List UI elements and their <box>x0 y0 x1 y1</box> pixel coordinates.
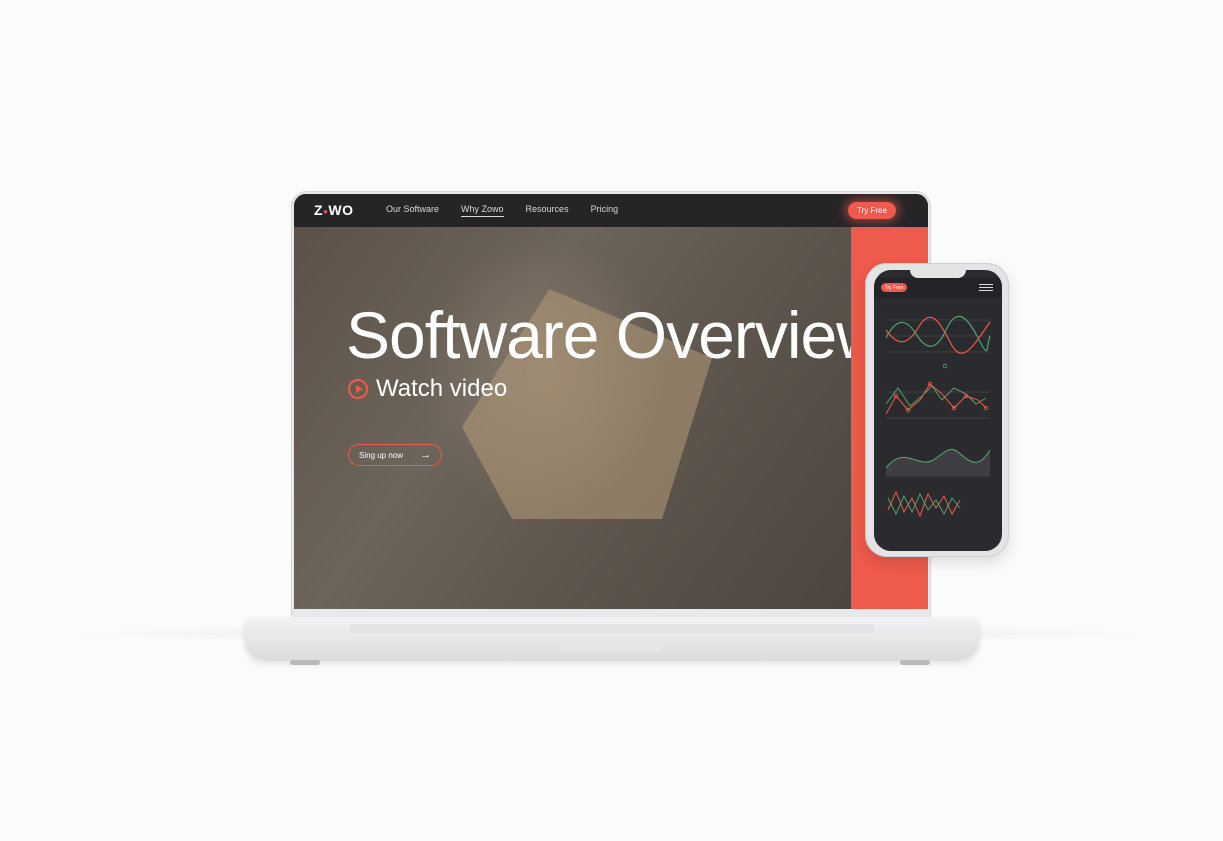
nav-link-our-software[interactable]: Our Software <box>386 204 439 217</box>
laptop-foot-left <box>290 660 320 665</box>
phone-try-free-button[interactable]: Try Free <box>881 283 907 292</box>
watch-video-label: Watch video <box>376 375 508 402</box>
laptop-screen: Z●WO Our Software Why Zowo Resources Pri… <box>294 194 928 609</box>
zowo-logo[interactable]: Z●WO <box>314 202 354 218</box>
lid-notch <box>560 646 662 652</box>
nav-link-pricing[interactable]: Pricing <box>591 204 619 217</box>
nav-link-why-zowo[interactable]: Why Zowo <box>461 204 504 217</box>
laptop-foot-right <box>900 660 930 665</box>
nav-link-resources[interactable]: Resources <box>526 204 569 217</box>
play-icon <box>348 379 368 399</box>
phone-charts <box>885 315 991 518</box>
logo-tail: WO <box>328 202 354 218</box>
nav-links: Our Software Why Zowo Resources Pricing <box>386 204 618 217</box>
sign-up-label: Sing up now <box>359 450 404 460</box>
arrow-right-icon: → <box>420 449 431 461</box>
keyboard-strip <box>350 624 874 633</box>
sign-up-button[interactable]: Sing up now → <box>348 444 442 466</box>
hero-title: Software Overview <box>346 298 851 372</box>
phone-chart-points <box>885 381 990 419</box>
phone-header: Try Free <box>874 278 1002 298</box>
logo-text: Z <box>314 202 324 218</box>
try-free-button[interactable]: Try Free <box>848 202 896 219</box>
hamburger-menu-icon[interactable] <box>979 284 993 293</box>
phone-screen: Try Free <box>874 270 1002 551</box>
hero-section: Software Overview Watch video Sing up no… <box>294 227 851 609</box>
phone-chart-area <box>885 449 991 477</box>
watch-video-link[interactable]: Watch video <box>348 375 507 403</box>
phone-chart-wave <box>885 315 991 369</box>
phone-notch <box>910 270 966 278</box>
top-navigation: Z●WO Our Software Why Zowo Resources Pri… <box>294 194 928 227</box>
phone-chart-zigzag <box>887 490 961 518</box>
